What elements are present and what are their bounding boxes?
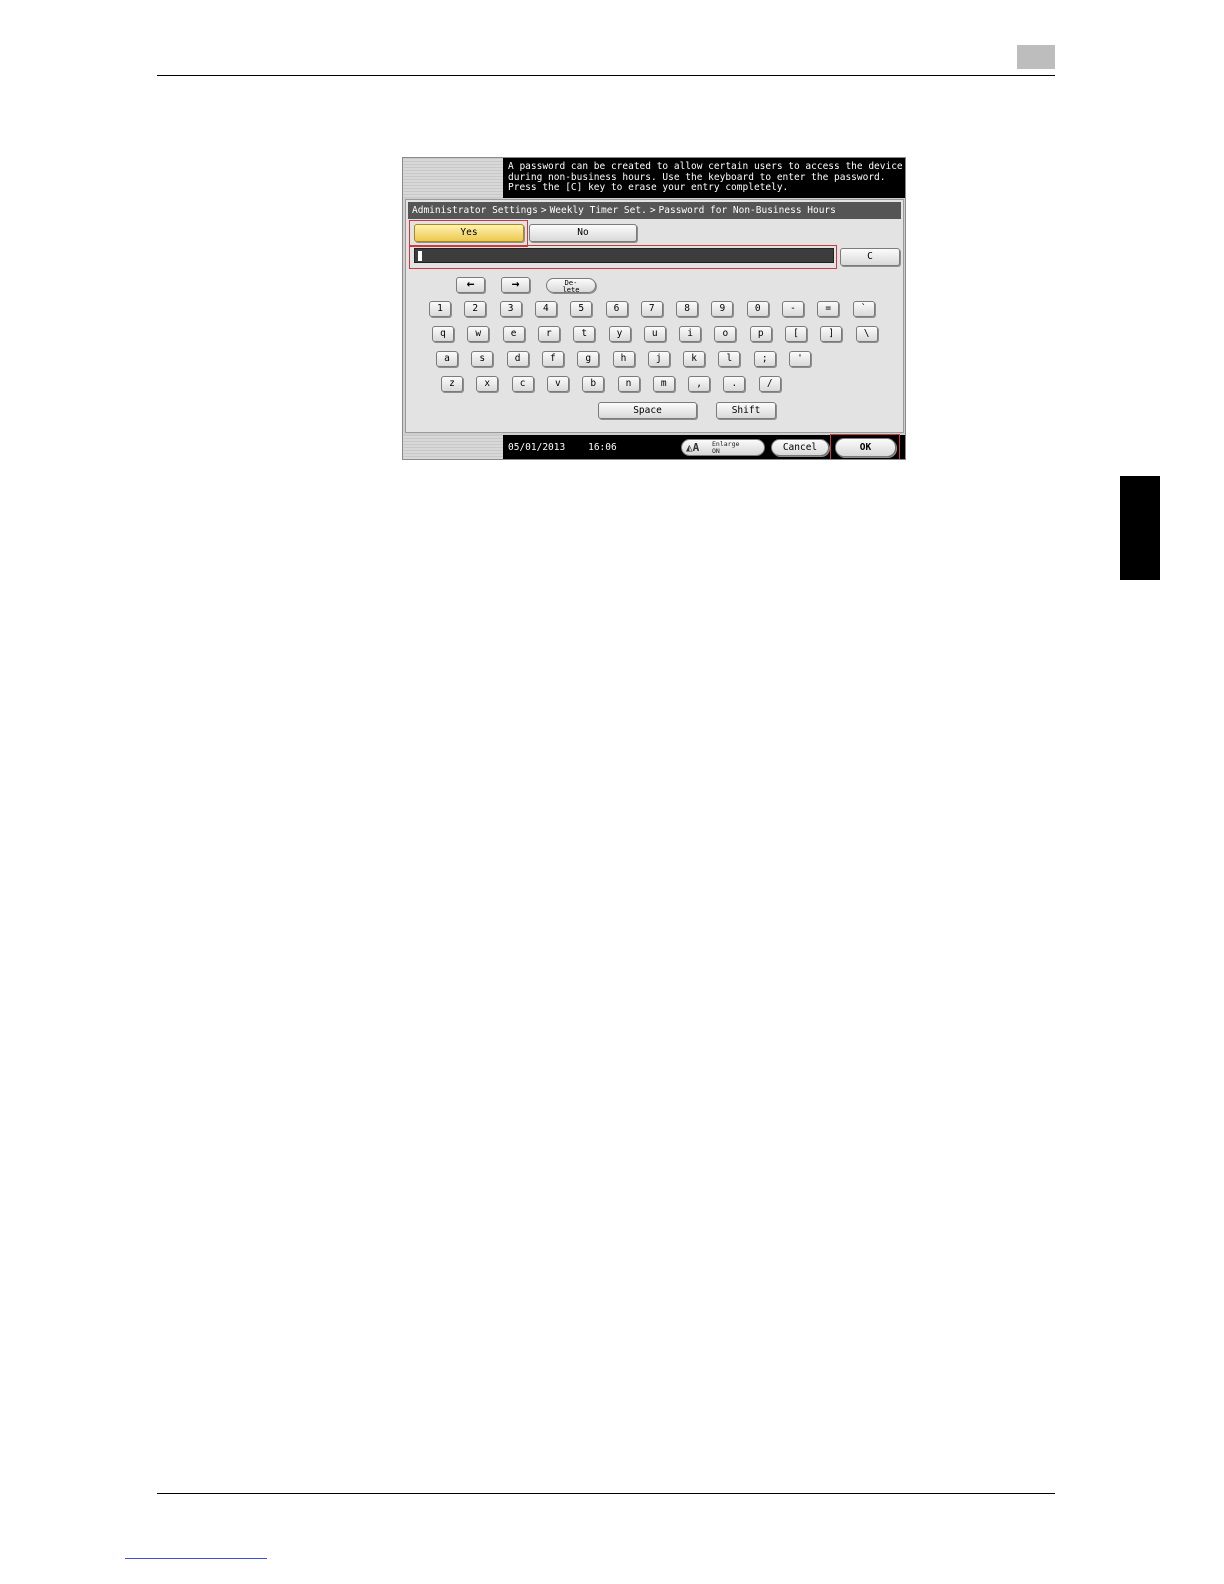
footer-link-underline [125,1558,267,1559]
breadcrumb-separator: > [649,205,656,216]
key-4-9[interactable]: . [723,376,746,392]
key-4-4[interactable]: v [546,376,569,392]
key-4-1[interactable]: z [441,376,463,392]
key-4-5[interactable]: b [582,376,605,392]
enlarge-label: Enlarge ON [712,440,740,455]
cancel-button[interactable]: Cancel [771,439,829,456]
yes-button[interactable]: Yes [414,224,524,242]
right-arrow-icon: → [511,277,520,292]
key-3-8[interactable]: k [683,351,706,367]
footer-rule [157,1493,1055,1494]
key-1-9[interactable]: 9 [711,301,734,317]
screen-side-pattern [403,158,503,198]
key-2-6[interactable]: y [608,326,631,342]
enlarge-display-button[interactable]: ◭A Enlarge ON [681,439,765,456]
key-1-3[interactable]: 3 [499,301,522,317]
delete-button[interactable]: De- lete [546,278,596,293]
date-text: 05/01/2013 [508,442,566,453]
time-text: 16:06 [588,442,617,453]
key-2-8[interactable]: i [679,326,702,342]
key-1-2[interactable]: 2 [464,301,487,317]
key-3-11[interactable]: ' [789,351,811,367]
key-4-8[interactable]: , [688,376,711,392]
breadcrumb-item-password: Password for Non-Business Hours [658,205,836,216]
key-3-9[interactable]: l [718,351,741,367]
key-1-8[interactable]: 8 [676,301,699,317]
key-2-9[interactable]: o [714,326,737,342]
header-rule [157,75,1055,76]
key-3-5[interactable]: g [577,351,600,367]
breadcrumb-separator: > [540,205,547,216]
breadcrumb: Administrator Settings > Weekly Timer Set.… [408,202,901,219]
ok-button[interactable]: OK [835,438,896,457]
key-2-13[interactable]: \ [855,326,878,342]
password-input[interactable] [414,248,834,263]
breadcrumb-item-weekly-timer[interactable]: Weekly Timer Set. [550,205,647,216]
key-3-10[interactable]: ; [753,351,776,367]
key-4-7[interactable]: m [652,376,675,392]
cursor-right-button[interactable]: → [501,277,530,293]
password-panel: Administrator Settings > Weekly Timer Set.… [405,199,904,433]
key-4-3[interactable]: c [511,376,534,392]
cursor-left-button[interactable]: ← [456,277,485,293]
key-1-4[interactable]: 4 [534,301,557,317]
status-side-pattern [403,435,503,459]
key-1-1[interactable]: 1 [429,301,451,317]
key-2-5[interactable]: t [573,326,596,342]
key-2-7[interactable]: u [643,326,666,342]
key-1-13[interactable]: ` [852,301,875,317]
page-number-tab [1017,45,1055,69]
shift-key[interactable]: Shift [716,402,776,419]
key-4-2[interactable]: x [476,376,499,392]
status-datetime: 05/01/2013 16:06 [508,435,617,459]
key-2-12[interactable]: ] [820,326,843,342]
left-arrow-icon: ← [466,277,475,292]
key-1-5[interactable]: 5 [570,301,593,317]
enlarge-icon: ◭A [686,441,700,454]
key-2-1[interactable]: q [432,326,454,342]
clear-button[interactable]: C [840,248,900,266]
key-3-6[interactable]: h [612,351,635,367]
key-2-11[interactable]: [ [785,326,807,342]
breadcrumb-item-administrator-settings[interactable]: Administrator Settings [412,205,538,216]
key-1-6[interactable]: 6 [605,301,628,317]
text-cursor [418,251,422,261]
key-3-3[interactable]: d [506,351,529,367]
key-1-10[interactable]: 0 [746,301,769,317]
key-1-12[interactable]: = [817,301,840,317]
space-key[interactable]: Space [598,402,697,419]
key-3-4[interactable]: f [541,351,564,367]
key-2-3[interactable]: e [502,326,525,342]
key-3-1[interactable]: a [436,351,458,367]
delete-label: De- lete [562,279,580,294]
chapter-tab [1120,476,1160,580]
key-4-6[interactable]: n [617,376,640,392]
no-button[interactable]: No [529,224,637,242]
status-bar: 05/01/2013 16:06 ◭A Enlarge ON Cancel OK [503,434,905,459]
key-2-4[interactable]: r [537,326,560,342]
instruction-message: A password can be created to allow certa… [503,158,905,198]
key-2-10[interactable]: p [749,326,772,342]
control-panel-screen: A password can be created to allow certa… [402,157,906,460]
key-1-7[interactable]: 7 [640,301,663,317]
key-3-2[interactable]: s [471,351,494,367]
key-3-7[interactable]: j [647,351,670,367]
key-1-11[interactable]: - [782,301,804,317]
key-4-10[interactable]: / [758,376,781,392]
key-2-2[interactable]: w [467,326,490,342]
